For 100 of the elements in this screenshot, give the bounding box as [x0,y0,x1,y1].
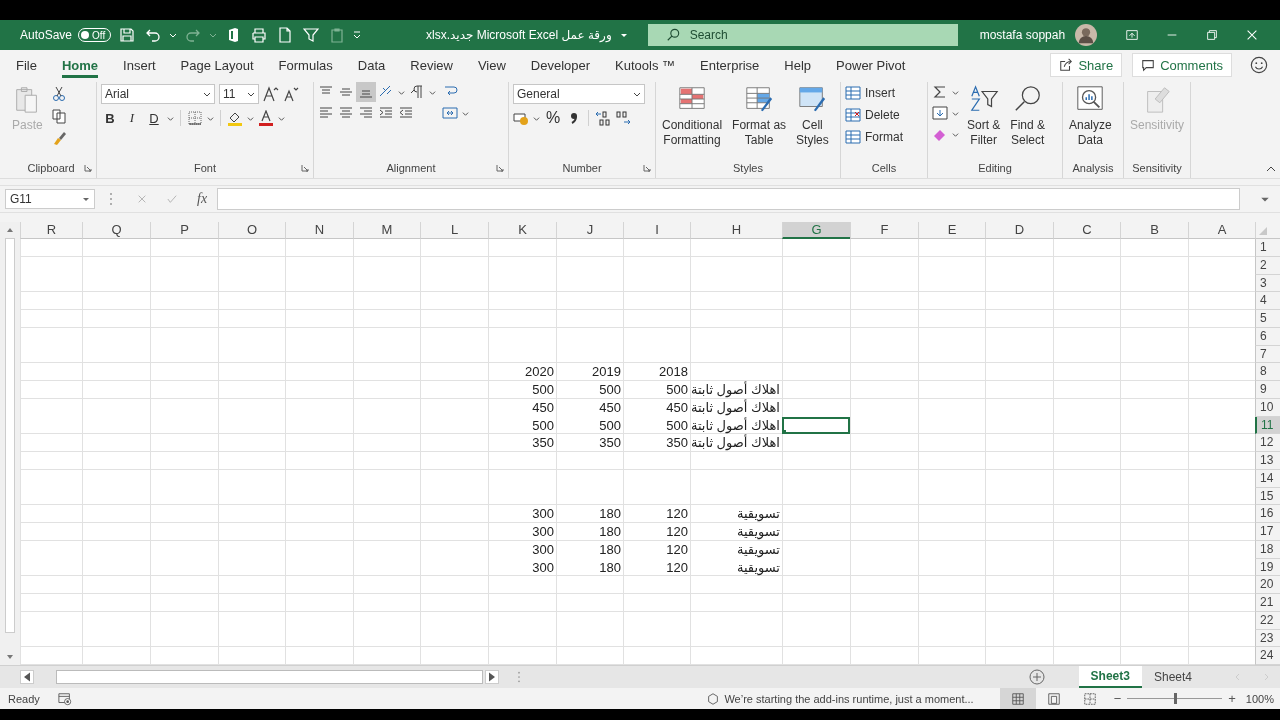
search-field[interactable]: Search [647,24,958,46]
table-cell-text: 350 [531,434,555,452]
status-text: Ready [8,692,40,705]
sheet-tab[interactable]: Sheet3 [1078,666,1142,688]
ribbon-tab[interactable]: Formulas [278,52,333,78]
group-label: Analysis [1072,162,1114,174]
ribbon-tab[interactable]: Power Pivot [836,52,906,78]
row-header[interactable]: 13 [1255,452,1280,470]
number-format-dropdown[interactable]: General [513,84,645,104]
zoom-level[interactable]: 100% [1245,692,1274,705]
group-label: Cells [871,162,897,174]
table-cell-text: 500 [665,416,689,435]
table-cell-text: تسويقية [735,505,781,523]
table-cell-text: اهلاك أصول ثابتة [690,434,781,452]
column-header[interactable]: M [353,222,420,239]
table-cell-text: 120 [665,558,689,577]
table-cell-text: تسويقية [735,540,781,559]
row-header[interactable]: 1 [1255,239,1280,257]
sort-filter-button[interactable]: Sort & Filter [965,84,1003,148]
column-header[interactable]: D [985,222,1053,239]
bold-button[interactable]: B [101,109,119,127]
column-header[interactable]: L [420,222,488,239]
table-cell-text: 180 [598,558,622,577]
column-header[interactable]: G [782,222,850,239]
table-cell-text: 500 [531,416,555,435]
group-label: Alignment [386,162,436,174]
name-box[interactable]: G11 [5,189,95,209]
table-cell-text: اهلاك أصول ثابتة [690,381,781,398]
ribbon-tab[interactable]: Insert [123,52,156,78]
group-label: Font [194,162,216,174]
group-label: Clipboard [27,162,75,174]
autosave-label: AutoSave [20,28,73,42]
percent-button[interactable]: % [544,109,562,127]
table-cell-text: 120 [665,505,689,523]
sheet-tab[interactable]: Sheet4 [1141,666,1204,688]
analyze-data-button[interactable]: Analyze Data [1067,84,1114,148]
table-cell-text: 2018 [658,363,689,381]
ribbon-tab[interactable]: Developer [530,52,591,78]
table-cell-text: 450 [531,398,555,417]
ribbon-tab[interactable]: Help [784,52,812,78]
column-header[interactable]: R [20,222,82,239]
column-header[interactable]: Q [82,222,150,239]
conditional-formatting-button[interactable]: Conditional Formatting [660,84,725,148]
ribbon-tab[interactable]: Kutools ™ [615,52,676,78]
table-cell-text: 450 [665,398,689,417]
table-cell-text: 2019 [591,363,622,381]
column-header[interactable]: E [918,222,985,239]
column-header[interactable]: J [556,222,623,239]
table-cell-text: 350 [598,434,622,452]
column-header[interactable]: I [623,222,690,239]
insert-cells-button[interactable]: Insert [845,84,895,101]
document-title[interactable]: ورقة عمل Microsoft Excel جديد.xlsx [426,28,612,42]
row-header[interactable]: 20 [1255,576,1280,594]
font-family-dropdown[interactable]: Arial [101,84,215,104]
table-cell-text: 2020 [524,363,555,381]
italic-button[interactable]: I [123,109,141,127]
row-header[interactable]: 8 [1255,363,1280,381]
ribbon-tab[interactable]: Data [357,52,386,78]
format-cells-button[interactable]: Format [845,128,903,145]
table-cell-text: 180 [598,505,622,523]
row-header[interactable]: 9 [1255,381,1280,399]
ribbon-tab[interactable]: File [16,52,37,78]
column-header[interactable]: P [150,222,218,239]
ribbon-tab[interactable]: Review [410,52,453,78]
row-header[interactable]: 24 [1255,647,1280,665]
column-header[interactable]: H [690,222,782,239]
row-header[interactable]: 16 [1255,505,1280,523]
share-button[interactable]: Share [1050,53,1123,77]
column-header[interactable]: K [488,222,556,239]
status-message: We’re starting the add-ins runtime, just a moment... [724,692,974,705]
table-cell-text: تسويقية [735,523,781,541]
table-cell-text: 500 [531,381,555,399]
zoom-out-button[interactable]: − [1113,691,1122,706]
column-header[interactable]: F [850,222,918,239]
ribbon-tab[interactable]: Page Layout [180,52,254,78]
row-header[interactable]: 4 [1255,292,1280,310]
comments-button[interactable]: Comments [1132,53,1232,77]
user-name[interactable]: mostafa soppah [979,28,1066,42]
ribbon-tab[interactable]: View [477,52,506,78]
insert-function-button[interactable]: fx [197,191,208,207]
font-size-dropdown[interactable]: 11 [219,84,259,104]
table-cell-text: اهلاك أصول ثابتة [690,398,781,416]
table-cell-text: 180 [598,523,622,541]
row-header[interactable]: 12 [1255,434,1280,452]
table-cell-text: 300 [531,505,555,523]
delete-cells-button[interactable]: Delete [845,106,900,123]
row-header[interactable]: 5 [1255,310,1280,328]
find-select-button[interactable]: Find & Select [1008,84,1048,148]
column-header[interactable]: O [218,222,285,239]
underline-button[interactable]: D [145,109,163,127]
column-header[interactable]: A [1188,222,1255,239]
zoom-in-button[interactable]: + [1228,691,1236,706]
row-header[interactable]: 17 [1255,523,1280,541]
column-header[interactable]: B [1120,222,1188,239]
format-as-table-button[interactable]: Format as Table [730,84,789,148]
column-header[interactable]: N [285,222,353,239]
ribbon-tab[interactable]: Enterprise [700,52,760,78]
column-header[interactable]: C [1053,222,1120,239]
row-header[interactable]: 21 [1255,594,1280,612]
cell-styles-button[interactable]: Cell Styles [794,84,831,148]
